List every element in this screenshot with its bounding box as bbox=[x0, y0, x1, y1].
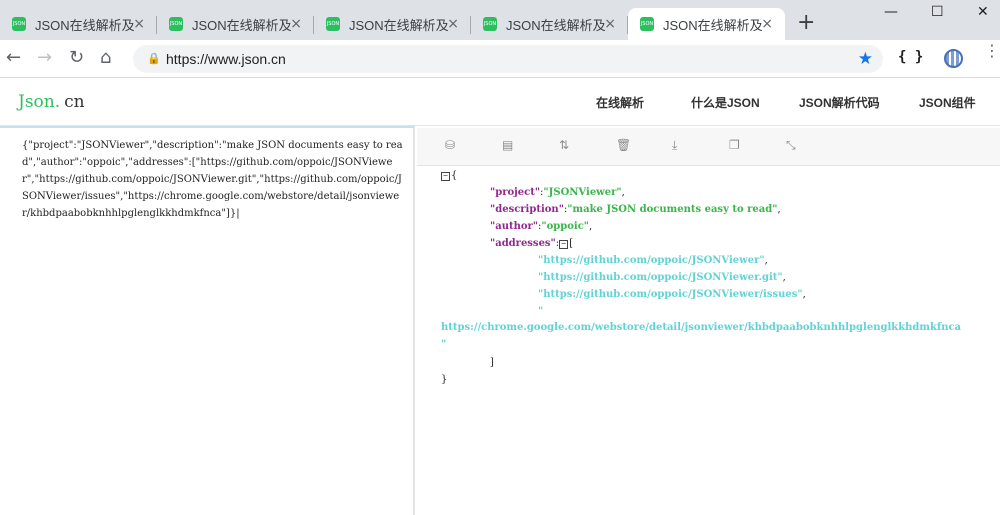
tree-address-url: https://chrome.google.com/webstore/detai… bbox=[441, 322, 962, 333]
nav-json-components[interactable]: JSON组件 bbox=[919, 94, 976, 111]
trash-icon[interactable]: 🗑 bbox=[616, 138, 631, 152]
back-arrow-icon[interactable]: ← bbox=[6, 48, 21, 68]
tree-row-project: "project":"JSONViewer", bbox=[490, 187, 625, 198]
copy-icon[interactable]: ❐ bbox=[729, 138, 740, 152]
json-extension-icon[interactable]: { } bbox=[898, 49, 923, 65]
tree-root-open: −{ bbox=[441, 169, 457, 183]
database-icon[interactable]: ⛁ bbox=[445, 138, 455, 152]
nav-online-parse[interactable]: 在线解析 bbox=[596, 94, 644, 111]
tab-strip: JSON JSON在线解析及 × JSON JSON在线解析及 × JSON J… bbox=[0, 0, 1000, 40]
viewer-toolbar: ⛁ ▤ ⇅ 🗑 ⤓ ❐ ⤡ bbox=[417, 128, 1000, 166]
minimize-icon[interactable]: — bbox=[884, 4, 898, 20]
nav-json-code[interactable]: JSON解析代码 bbox=[799, 94, 880, 111]
tree-address-item: "https://github.com/oppoic/JSONViewer.gi… bbox=[538, 272, 786, 283]
json-favicon-icon: JSON bbox=[640, 17, 654, 31]
json-favicon-icon: JSON bbox=[326, 17, 340, 31]
collapse-toggle-icon[interactable]: − bbox=[559, 240, 569, 249]
sort-icon[interactable]: ⇅ bbox=[559, 138, 569, 152]
tab-title: JSON在线解析及 bbox=[506, 17, 606, 33]
tree-row-author: "author":"oppoic", bbox=[490, 221, 593, 232]
close-window-icon[interactable]: ✕ bbox=[977, 4, 989, 20]
tree-row-addresses: "addresses": −[ bbox=[490, 238, 574, 249]
browser-tab[interactable]: JSON JSON在线解析及 × bbox=[314, 8, 471, 40]
reload-icon[interactable]: ↻ bbox=[69, 48, 84, 68]
tree-array-close: ] bbox=[490, 357, 494, 368]
tab-close-icon[interactable]: × bbox=[604, 16, 616, 32]
globe-extension-icon[interactable] bbox=[944, 49, 963, 68]
bookmark-star-icon[interactable]: ★ bbox=[858, 49, 873, 69]
lock-icon[interactable]: 🔒 bbox=[147, 52, 161, 65]
browser-tab[interactable]: JSON JSON在线解析及 × bbox=[157, 8, 314, 40]
tab-close-icon[interactable]: × bbox=[447, 16, 459, 32]
logo-json: Json. bbox=[18, 92, 61, 112]
tab-title: JSON在线解析及 bbox=[663, 17, 763, 33]
site-header: Json. cn 在线解析 什么是JSON JSON解析代码 JSON组件 bbox=[0, 78, 1000, 126]
collapse-toggle-icon[interactable]: − bbox=[441, 172, 450, 181]
tab-close-icon[interactable]: × bbox=[290, 16, 302, 32]
tree-address-close-quote: " bbox=[441, 339, 447, 350]
nav-what-is-json[interactable]: 什么是JSON bbox=[691, 94, 760, 111]
new-tab-button[interactable]: + bbox=[797, 12, 815, 34]
tab-title: JSON在线解析及 bbox=[192, 17, 292, 33]
tree-address-item: "https://github.com/oppoic/JSONViewer/is… bbox=[538, 289, 806, 300]
url-text[interactable]: https://www.json.cn bbox=[166, 51, 286, 67]
tree-address-open-quote: " bbox=[538, 306, 544, 317]
tab-title: JSON在线解析及 bbox=[349, 17, 449, 33]
browser-tab[interactable]: JSON JSON在线解析及 × bbox=[471, 8, 628, 40]
json-favicon-icon: JSON bbox=[483, 17, 497, 31]
json-input-editor[interactable]: {"project":"JSONViewer","description":"m… bbox=[0, 126, 415, 515]
forward-arrow-icon[interactable]: → bbox=[37, 48, 52, 68]
raw-json-text[interactable]: {"project":"JSONViewer","description":"m… bbox=[22, 137, 404, 222]
logo-cn: cn bbox=[64, 92, 85, 112]
browser-toolbar: ← → ↻ ⌂ 🔒 https://www.json.cn ★ bbox=[0, 40, 1000, 78]
browser-menu-icon[interactable]: ⋮ bbox=[984, 43, 1000, 59]
tab-title: JSON在线解析及 bbox=[35, 17, 135, 33]
browser-tab-active[interactable]: JSON JSON在线解析及 × bbox=[628, 8, 785, 40]
tab-close-icon[interactable]: × bbox=[133, 16, 145, 32]
json-favicon-icon: JSON bbox=[12, 17, 26, 31]
excel-icon[interactable]: ▤ bbox=[502, 138, 513, 152]
tree-address-item: "https://github.com/oppoic/JSONViewer", bbox=[538, 255, 768, 266]
home-icon[interactable]: ⌂ bbox=[100, 48, 111, 68]
tab-close-icon[interactable]: × bbox=[761, 16, 773, 32]
address-bar[interactable]: 🔒 https://www.json.cn ★ bbox=[133, 45, 883, 73]
json-favicon-icon: JSON bbox=[169, 17, 183, 31]
download-icon[interactable]: ⤓ bbox=[672, 138, 677, 153]
site-logo[interactable]: Json. cn bbox=[18, 92, 85, 112]
browser-tab[interactable]: JSON JSON在线解析及 × bbox=[0, 8, 157, 40]
json-tree-view: −{ "project":"JSONViewer", "description"… bbox=[417, 166, 1000, 515]
compress-icon[interactable]: ⤡ bbox=[786, 138, 796, 153]
tree-root-close: } bbox=[441, 374, 448, 385]
tree-row-description: "description":"make JSON documents easy … bbox=[490, 204, 781, 215]
maximize-icon[interactable]: ☐ bbox=[931, 4, 944, 20]
